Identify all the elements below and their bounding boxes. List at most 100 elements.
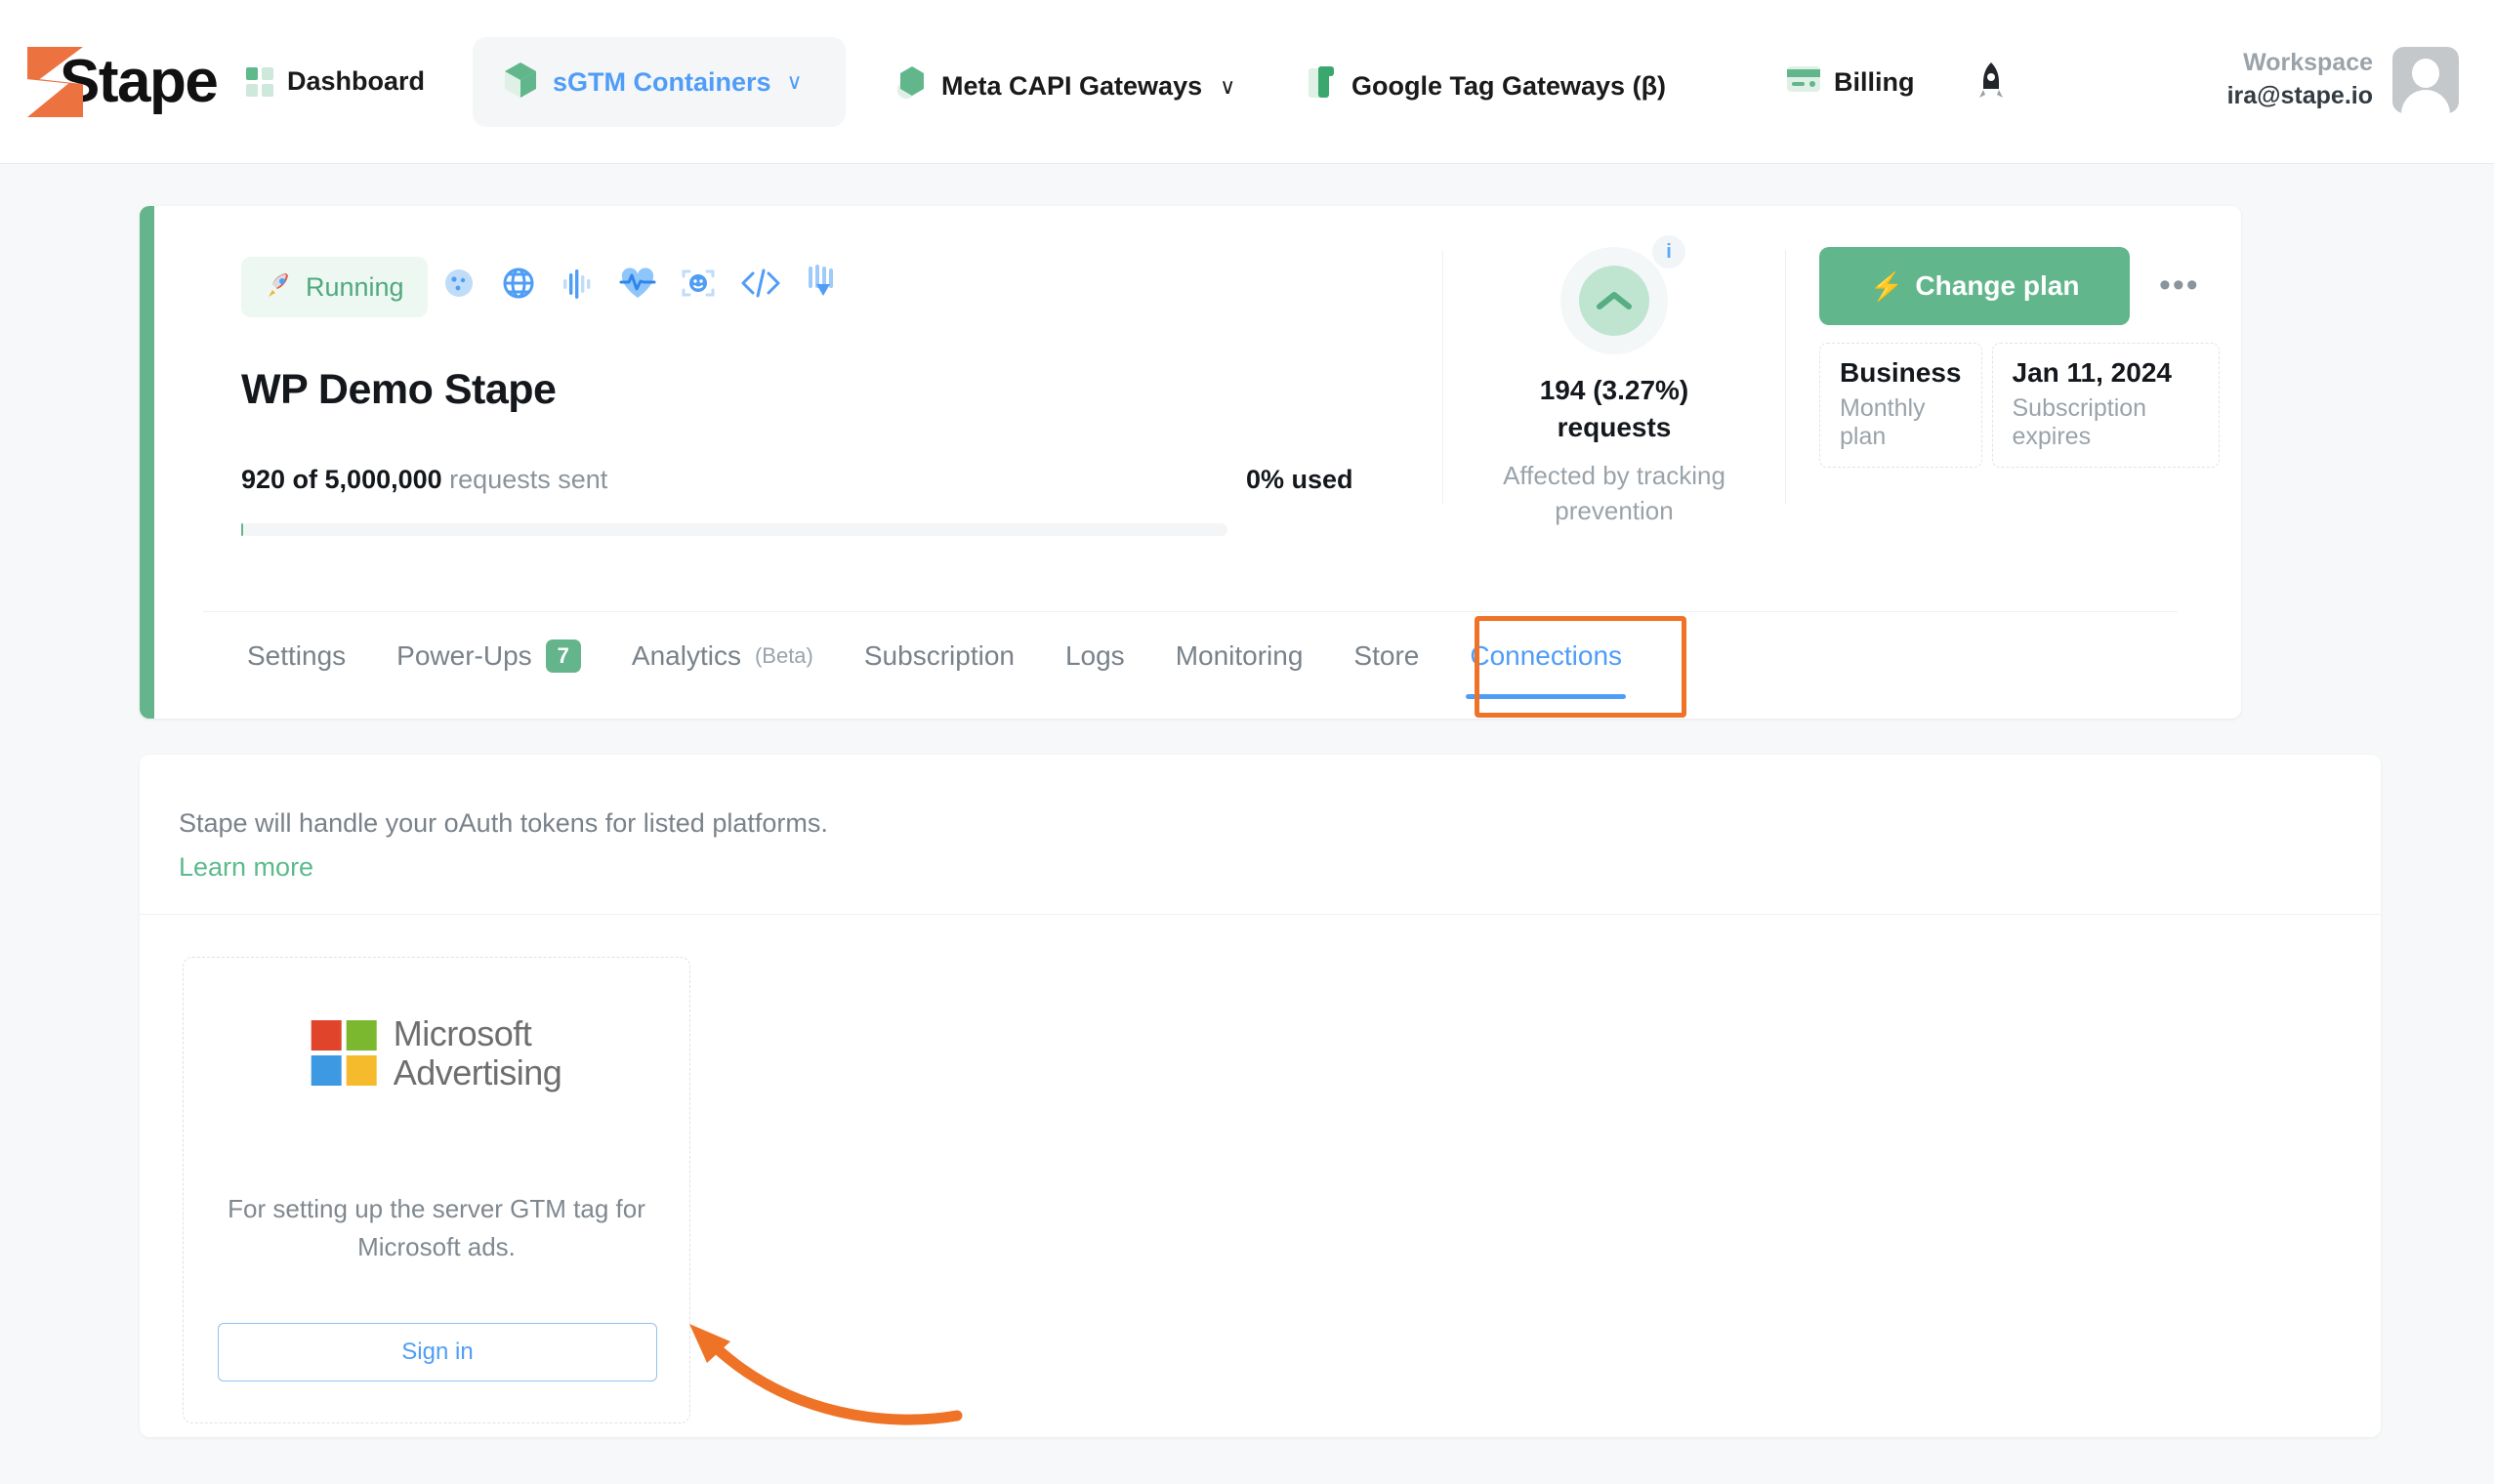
tab-logs[interactable]: Logs	[1065, 640, 1125, 699]
tab-store[interactable]: Store	[1353, 640, 1419, 699]
nav-item-billing-label: Billing	[1834, 67, 1915, 98]
credit-card-icon	[1787, 66, 1820, 99]
tab-analytics-beta: (Beta)	[755, 643, 813, 669]
tab-analytics[interactable]: Analytics (Beta)	[632, 640, 813, 699]
tab-analytics-label: Analytics	[632, 640, 741, 672]
tracking-prevention-stat: i 194 (3.27%) requests Affected by track…	[1468, 247, 1761, 528]
tab-settings[interactable]: Settings	[247, 640, 346, 699]
stape-logo-text: Stape	[60, 52, 217, 112]
container-summary-card: Running	[140, 206, 2241, 719]
tab-subscription[interactable]: Subscription	[864, 640, 1015, 699]
dashboard-grid-icon	[246, 67, 273, 97]
microsoft-squares-icon	[312, 1020, 378, 1087]
tab-logs-label: Logs	[1065, 640, 1125, 672]
microsoft-advertising-wordmark: Microsoft Advertising	[394, 1014, 562, 1093]
sign-in-button[interactable]: Sign in	[218, 1323, 657, 1381]
container-tabs: Settings Power-Ups 7 Analytics (Beta) Su…	[247, 639, 1622, 700]
tracking-prevention-gauge: i	[1560, 247, 1668, 354]
oauth-note: Stape will handle your oAuth tokens for …	[179, 808, 828, 883]
divider-right	[1785, 250, 1786, 504]
plan-name-box: Business Monthly plan	[1819, 343, 1982, 468]
nav-item-gtg-label: Google Tag Gateways (β)	[1351, 71, 1666, 102]
more-options-button[interactable]: •••	[2159, 268, 2200, 302]
tab-connections[interactable]: Connections	[1470, 640, 1622, 699]
requests-sent-line: 920 of 5,000,000 requests sent	[241, 465, 607, 495]
workspace-text: Workspace ira@stape.io	[2227, 47, 2373, 113]
data-flow-icon	[803, 263, 844, 304]
status-accent-bar	[140, 206, 154, 719]
nav-item-dashboard-label: Dashboard	[287, 66, 425, 97]
plan-area: ⚡ Change plan ••• Business Monthly plan …	[1819, 247, 2220, 468]
rocket-emoji-icon	[265, 270, 294, 305]
nav-item-billing[interactable]: Billing	[1787, 66, 1915, 99]
tab-power-ups[interactable]: Power-Ups 7	[396, 639, 581, 700]
plan-name: Business	[1840, 357, 1962, 389]
globe-web-icon	[498, 263, 539, 304]
status-badge: Running	[241, 257, 428, 317]
chevron-down-icon: ∨	[1220, 74, 1235, 100]
tab-power-ups-count: 7	[546, 639, 581, 673]
cookie-icon	[439, 264, 478, 303]
stape-logo[interactable]: Stape	[27, 47, 217, 117]
powerup-icon-row	[439, 263, 844, 304]
tracking-prevention-unit: requests	[1558, 412, 1672, 442]
meta-gateway-icon	[896, 64, 928, 108]
tabs-separator	[203, 611, 2178, 612]
face-scan-icon	[678, 264, 719, 303]
workspace-email: ira@stape.io	[2227, 80, 2373, 113]
tracking-prevention-number: 194 (3.27%)	[1540, 375, 1689, 405]
nav-item-dashboard[interactable]: Dashboard	[246, 66, 425, 97]
google-tag-icon	[1307, 64, 1338, 108]
nav-item-sgtm-containers[interactable]: sGTM Containers ∨	[473, 37, 846, 127]
tab-connections-label: Connections	[1470, 640, 1622, 672]
nav-item-sgtm-containers-label: sGTM Containers	[553, 67, 771, 98]
ms-logo-line1: Microsoft	[394, 1013, 532, 1053]
tab-settings-label: Settings	[247, 640, 346, 672]
plan-expiry-sub: Subscription expires	[2013, 394, 2200, 451]
nav-item-meta-capi-gateways[interactable]: Meta CAPI Gateways ∨	[896, 64, 1235, 108]
change-plan-label: Change plan	[1915, 270, 2079, 302]
connection-card-description: For setting up the server GTM tag for Mi…	[217, 1190, 656, 1266]
nav-item-meta-label: Meta CAPI Gateways	[941, 71, 1202, 102]
usage-progress-bar	[241, 523, 1227, 536]
workspace-account-block[interactable]: Workspace ira@stape.io	[2227, 47, 2459, 113]
heartbeat-icon	[617, 264, 658, 303]
tracking-prevention-value: 194 (3.27%) requests	[1468, 372, 1761, 446]
top-navigation-bar: Stape Dashboard sGTM Containers ∨ Meta C…	[0, 0, 2494, 164]
tab-store-label: Store	[1353, 640, 1419, 672]
lightning-icon: ⚡	[1870, 270, 1904, 303]
panel-divider	[140, 914, 2381, 915]
avatar[interactable]	[2392, 47, 2459, 113]
change-plan-button[interactable]: ⚡ Change plan	[1819, 247, 2130, 325]
cube-icon	[504, 62, 537, 103]
workspace-label: Workspace	[2227, 47, 2373, 80]
nav-item-google-tag-gateways[interactable]: Google Tag Gateways (β)	[1307, 64, 1666, 108]
requests-sent-label: requests sent	[449, 465, 607, 494]
tab-power-ups-label: Power-Ups	[396, 640, 531, 672]
divider-left	[1442, 250, 1443, 504]
requests-sent-value: 920 of 5,000,000	[241, 465, 442, 494]
info-icon[interactable]: i	[1652, 235, 1685, 268]
oauth-note-text: Stape will handle your oAuth tokens for …	[179, 808, 828, 839]
rocket-icon[interactable]	[1974, 61, 2008, 112]
plan-name-sub: Monthly plan	[1840, 394, 1962, 451]
status-badge-label: Running	[306, 272, 404, 303]
percent-used-label: 0% used	[1246, 465, 1353, 495]
tab-monitoring[interactable]: Monitoring	[1176, 640, 1304, 699]
tab-subscription-label: Subscription	[864, 640, 1015, 672]
microsoft-advertising-logo: Microsoft Advertising	[312, 1014, 562, 1093]
page-title: WP Demo Stape	[241, 366, 556, 414]
chevron-down-icon: ∨	[787, 69, 803, 95]
plan-expiry-box: Jan 11, 2024 Subscription expires	[1992, 343, 2221, 468]
plan-info-boxes: Business Monthly plan Jan 11, 2024 Subsc…	[1819, 343, 2220, 468]
learn-more-link[interactable]: Learn more	[179, 852, 828, 883]
code-brackets-icon	[738, 264, 783, 303]
audio-bars-icon	[559, 264, 598, 303]
chevron-up-icon	[1579, 266, 1649, 336]
connections-panel: Stape will handle your oAuth tokens for …	[140, 755, 2381, 1437]
tab-monitoring-label: Monitoring	[1176, 640, 1304, 672]
tracking-prevention-caption: Affected by tracking prevention	[1468, 458, 1761, 529]
usage-progress-fill	[241, 523, 243, 536]
connection-card-microsoft-advertising: Microsoft Advertising For setting up the…	[183, 957, 690, 1423]
ms-logo-line2: Advertising	[394, 1052, 562, 1092]
